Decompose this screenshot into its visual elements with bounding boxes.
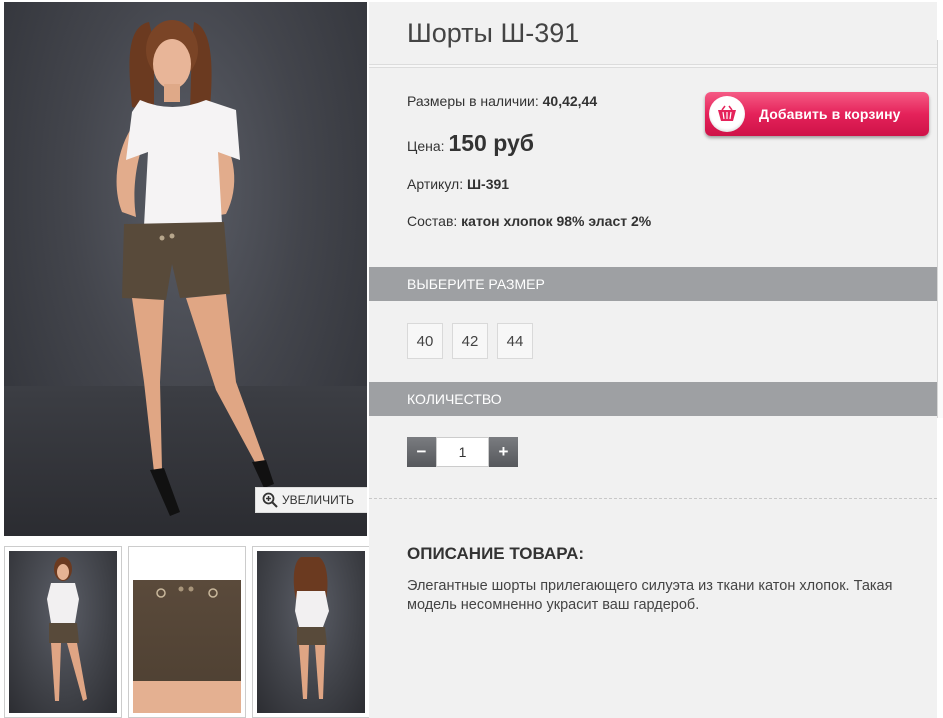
quantity-input[interactable]: [436, 437, 489, 467]
zoom-button[interactable]: УВЕЛИЧИТЬ: [255, 487, 367, 513]
title-divider: [369, 64, 937, 68]
choose-size-heading: ВЫБЕРИТЕ РАЗМЕР: [407, 276, 545, 292]
sku-label: Артикул:: [407, 176, 464, 192]
quantity-heading: КОЛИЧЕСТВО: [407, 391, 502, 407]
add-to-cart-label: Добавить в корзину: [759, 106, 901, 122]
composition-row: Состав: катон хлопок 98% эласт 2%: [407, 212, 677, 231]
add-to-cart-button[interactable]: Добавить в корзину: [705, 92, 929, 136]
size-option-label: 40: [416, 332, 434, 350]
scroll-edge: [937, 40, 943, 418]
thumbnail-image: [133, 551, 241, 713]
size-option-40[interactable]: 40: [407, 323, 443, 359]
description-divider: [369, 498, 937, 499]
sizes-available-value: 40,42,44: [542, 93, 598, 109]
main-product-photo[interactable]: УВЕЛИЧИТЬ: [4, 2, 367, 536]
price-label: Цена:: [407, 138, 445, 154]
thumbnail-3[interactable]: [252, 546, 370, 718]
composition-value: катон хлопок 98% эласт 2%: [461, 213, 652, 229]
size-option-label: 44: [506, 332, 524, 350]
size-option-44[interactable]: 44: [497, 323, 533, 359]
quantity-increase-button[interactable]: +: [489, 437, 518, 467]
thumbnail-1[interactable]: [4, 546, 122, 718]
basket-icon: [709, 96, 745, 132]
quantity-stepper: − +: [407, 437, 518, 467]
price-value: 150 руб: [448, 130, 534, 156]
description-text: Элегантные шорты прилегающего силуэта из…: [407, 578, 893, 613]
quantity-header: КОЛИЧЕСТВО: [369, 382, 937, 416]
thumbnail-image: [257, 551, 365, 713]
description-heading: ОПИСАНИЕ ТОВАРА:: [407, 544, 585, 563]
product-info-panel: Шорты Ш-391 Размеры в наличии: 40,42,44 …: [369, 2, 937, 718]
quantity-decrease-button[interactable]: −: [407, 437, 436, 467]
model-figure: [116, 20, 274, 516]
thumbnail-2[interactable]: [128, 546, 246, 718]
sku-row: Артикул: Ш-391: [407, 176, 509, 192]
size-option-42[interactable]: 42: [452, 323, 488, 359]
composition-label: Состав:: [407, 213, 458, 229]
choose-size-header: ВЫБЕРИТЕ РАЗМЕР: [369, 267, 937, 301]
price-row: Цена: 150 руб: [407, 130, 534, 157]
sizes-available-row: Размеры в наличии: 40,42,44: [407, 93, 597, 109]
product-title: Шорты Ш-391: [407, 18, 580, 48]
sku-value: Ш-391: [466, 176, 510, 192]
zoom-label: УВЕЛИЧИТЬ: [282, 493, 354, 507]
size-option-label: 42: [461, 332, 479, 350]
thumbnail-image: [9, 551, 117, 713]
thumbnail-strip: [4, 546, 370, 718]
magnifier-plus-icon: [262, 492, 278, 508]
sizes-available-label: Размеры в наличии:: [407, 93, 539, 109]
